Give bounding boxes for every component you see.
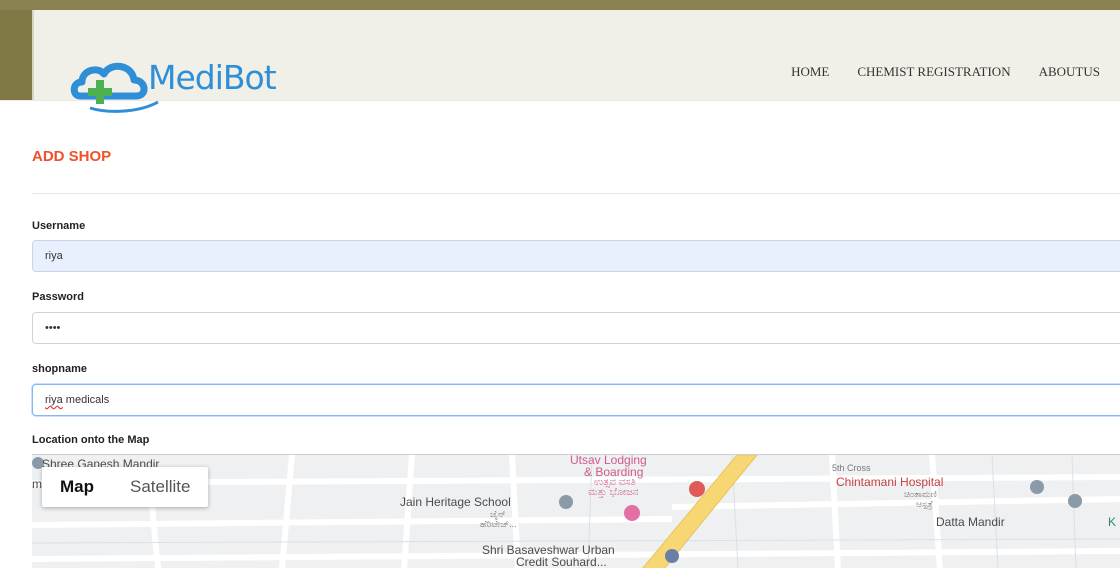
password-input[interactable]: •••• bbox=[32, 312, 1120, 344]
page-title: ADD SHOP bbox=[32, 148, 112, 165]
nav-aboutus[interactable]: ABOUTUS bbox=[1039, 64, 1100, 80]
shopname-input[interactable]: riya medicals bbox=[32, 384, 1120, 416]
page: MediBot HOME CHEMIST REGISTRATION ABOUTU… bbox=[0, 0, 1120, 568]
map-label-shri-2: Credit Souhard... bbox=[516, 555, 607, 568]
map-label-jain: Jain Heritage School bbox=[400, 495, 511, 509]
location-map[interactable]: Shree Ganesh Mandir mple Utsav Lodging &… bbox=[32, 454, 1120, 568]
nav-chemist-registration[interactable]: CHEMIST REGISTRATION bbox=[857, 64, 1010, 80]
medibot-logo[interactable]: MediBot bbox=[70, 52, 310, 114]
nav-home[interactable]: HOME bbox=[791, 64, 829, 80]
shopname-rest: medicals bbox=[62, 394, 110, 406]
map-label-jain-kn-2: ಹೆರಿಟೇಜ್... bbox=[480, 519, 517, 529]
password-label: Password bbox=[32, 291, 84, 303]
map-label-chintamani-kn-2: ಆಸ್ಪತ್ರೆ bbox=[916, 499, 933, 509]
shopname-label: shopname bbox=[32, 363, 88, 375]
username-input[interactable]: riya bbox=[32, 240, 1120, 272]
shopname-misspelled-word: riya bbox=[45, 394, 63, 406]
map-label-utsav-4: ಮತ್ತು ಭೋಜನ bbox=[588, 487, 639, 498]
map-label-chintamani: Chintamani Hospital bbox=[836, 475, 944, 489]
username-label: Username bbox=[32, 220, 86, 232]
cloud-plus-icon bbox=[70, 62, 159, 113]
location-label: Location onto the Map bbox=[32, 434, 150, 446]
map-type-satellite-button[interactable]: Satellite bbox=[112, 467, 208, 507]
logo-text: MediBot bbox=[148, 58, 277, 97]
title-divider bbox=[32, 193, 1120, 194]
header-edge bbox=[32, 10, 34, 100]
header-left-band bbox=[0, 10, 32, 100]
map-label-5th-cross: 5th Cross bbox=[832, 463, 871, 473]
map-label-edge-k: K bbox=[1108, 515, 1117, 529]
map-label-datta: Datta Mandir bbox=[936, 515, 1005, 529]
map-type-map-button[interactable]: Map bbox=[42, 467, 112, 507]
map-type-toggle: Map Satellite bbox=[42, 467, 209, 507]
top-strip bbox=[0, 0, 1120, 10]
main-nav: HOME CHEMIST REGISTRATION ABOUTUS bbox=[791, 64, 1120, 80]
